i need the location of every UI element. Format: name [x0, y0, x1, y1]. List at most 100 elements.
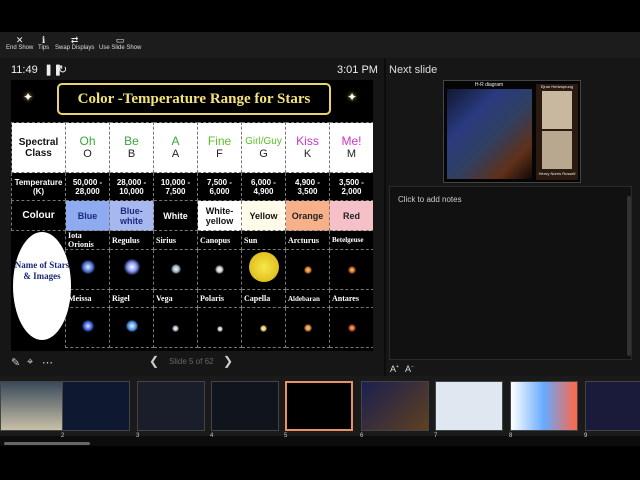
star-name: Iota Orionis — [65, 230, 110, 250]
colour-cell: White-yellow — [197, 200, 242, 231]
star-name: Sirius — [153, 230, 198, 250]
colour-cell: Orange — [285, 200, 330, 231]
temperature-cell: 50,000 - 28,000 — [65, 172, 110, 201]
more-icon[interactable]: ⋯ — [42, 356, 53, 369]
star-name: Arcturus — [285, 230, 330, 250]
increase-font-button[interactable]: A+ — [390, 364, 399, 374]
slide-title: Color -Temperature Range for Stars — [57, 83, 331, 115]
star-name: Rigel — [109, 289, 154, 308]
swap-displays-button[interactable]: ⇄ Swap Displays — [55, 35, 94, 51]
colour-cell: Blue-white — [109, 200, 154, 231]
slide-thumbnail[interactable] — [137, 381, 205, 431]
end-show-button[interactable]: ✕ End Show — [6, 35, 33, 51]
thumbnail-number: 3 — [136, 433, 140, 439]
colour-cell: Red — [329, 200, 373, 231]
class-cell: Oh O — [65, 122, 110, 173]
portrait-image — [542, 91, 572, 129]
next-slide-thumbnail[interactable]: H-R diagram Ejnar Hertzsprung Henry Norr… — [443, 80, 581, 183]
star-image — [241, 249, 286, 290]
bottom-bar — [0, 446, 640, 480]
star-name: Regulus — [109, 230, 154, 250]
thumbnail-number: 8 — [509, 433, 513, 439]
slide-thumbnail[interactable] — [435, 381, 503, 431]
class-cell: AA — [153, 122, 198, 173]
spectral-row: Spectral Class Oh O Be B AA Fine F Girl/Guy… — [11, 122, 373, 173]
class-letter: G — [259, 148, 268, 160]
star-image — [285, 249, 330, 290]
star-name: Antares — [329, 289, 373, 308]
star-image — [153, 249, 198, 290]
star-image — [65, 307, 110, 348]
star-image — [65, 249, 110, 290]
class-letter: K — [303, 148, 312, 160]
slide-show-icon: ▭ — [115, 35, 125, 45]
temperature-row: Temperature (K) 50,000 - 28,000 28,000 -… — [11, 172, 373, 201]
use-slide-show-button[interactable]: ▭ Use Slide Show — [99, 35, 141, 51]
next-slide-caption-bottom: Henry Norris Russell — [538, 171, 576, 176]
prev-arrow-icon[interactable]: ❮ — [149, 354, 159, 368]
class-mnemonic: Fine — [207, 134, 232, 148]
class-letter: F — [216, 148, 223, 160]
notes-scrollbar[interactable] — [627, 196, 631, 356]
pointer-icon[interactable]: ⌖ — [27, 356, 33, 369]
colour-cell: White — [153, 200, 198, 231]
restart-icon[interactable]: ↻ — [58, 63, 67, 76]
next-slide-title: H-R diagram — [474, 82, 504, 88]
slide-thumbnail-current[interactable] — [285, 381, 353, 431]
notes-placeholder: Click to add notes — [398, 195, 462, 204]
star-image — [109, 307, 154, 348]
current-slide: ✦ ✦ Color -Temperature Range for Stars S… — [11, 80, 373, 351]
slide-thumbnail[interactable] — [361, 381, 429, 431]
temperature-header: Temperature (K) — [11, 172, 66, 201]
toolbar: ✕ End Show ℹ Tips ⇄ Swap Displays ▭ Use Slid… — [0, 32, 640, 58]
star-name: Capella — [241, 289, 286, 308]
star-image — [329, 307, 373, 348]
thumbnail-number: 6 — [360, 433, 364, 439]
colour-header: Colour — [11, 200, 66, 231]
next-slide-caption-top: Ejnar Hertzsprung — [540, 84, 574, 89]
slide-thumbnail[interactable] — [585, 381, 640, 431]
portrait-panel: Ejnar Hertzsprung Henry Norris Russell — [536, 84, 578, 180]
next-slide-label: Next slide — [389, 64, 438, 76]
title-bar — [0, 0, 640, 32]
star-name: Canopus — [197, 230, 242, 250]
temperature-cell: 4,900 - 3,500 — [285, 172, 330, 201]
star-image — [241, 307, 286, 348]
thumbnail-number: 4 — [210, 433, 214, 439]
temperature-cell: 3,500 - 2,000 — [329, 172, 373, 201]
temperature-cell: 6,000 - 4,900 — [241, 172, 286, 201]
star-name: Betelgeuse — [329, 230, 373, 250]
slide-thumbnail[interactable] — [510, 381, 578, 431]
star-image — [109, 249, 154, 290]
presenter-view: ✕ End Show ℹ Tips ⇄ Swap Displays ▭ Use Slid… — [0, 0, 640, 480]
thumbnail-number: 5 — [284, 433, 288, 439]
pen-icon[interactable]: ✎ — [11, 356, 20, 369]
slide-pager: ❮ Slide 5 of 62 ❯ — [149, 354, 239, 370]
class-mnemonic: Be — [124, 134, 139, 148]
thumbnail-number: 2 — [61, 433, 65, 439]
thumbnail-number: 7 — [434, 433, 438, 439]
star-name: Sun — [241, 230, 286, 250]
decrease-font-button[interactable]: A− — [405, 364, 414, 374]
star-name: Polaris — [197, 289, 242, 308]
thumbnail-scrollbar[interactable] — [4, 442, 90, 445]
class-letter: B — [127, 148, 136, 160]
tips-button[interactable]: ℹ Tips — [38, 35, 49, 51]
slide-thumbnail[interactable] — [0, 381, 68, 431]
star-image — [285, 307, 330, 348]
class-cell: Fine F — [197, 122, 242, 173]
class-mnemonic: A — [171, 134, 180, 148]
colour-cell: Blue — [65, 200, 110, 231]
slide-thumbnail[interactable] — [211, 381, 279, 431]
next-arrow-icon[interactable]: ❯ — [223, 354, 233, 368]
class-cell: Kiss K — [285, 122, 330, 173]
star-image — [197, 307, 242, 348]
slide-counter: Slide 5 of 62 — [169, 357, 214, 366]
star-image — [153, 307, 198, 348]
slide-thumbnail[interactable] — [62, 381, 130, 431]
spectral-header: Spectral Class — [11, 122, 66, 173]
class-cell: Be B — [109, 122, 154, 173]
elapsed-timer: 11:49 — [11, 64, 38, 76]
notes-area[interactable]: Click to add notes — [389, 186, 632, 360]
clock: 3:01 PM — [337, 64, 378, 76]
